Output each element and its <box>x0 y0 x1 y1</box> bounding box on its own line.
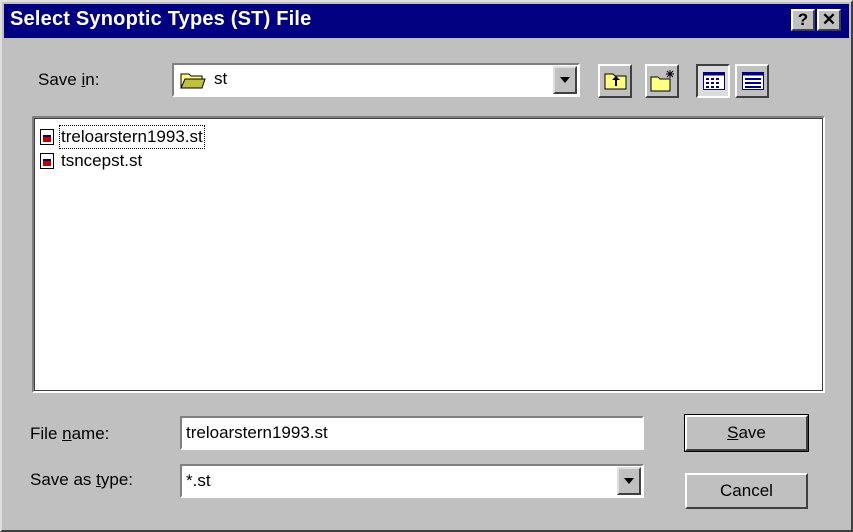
up-one-level-button[interactable] <box>598 64 632 98</box>
create-new-folder-button[interactable] <box>645 64 679 98</box>
chevron-down-icon <box>624 478 634 484</box>
folder-icon <box>180 73 206 89</box>
save-in-folder-name: st <box>214 69 228 88</box>
file-list[interactable]: treloarstern1993.st tsncepst.st <box>32 116 825 393</box>
file-name-label: treloarstern1993.st <box>59 125 205 149</box>
save-as-type-value: *.st <box>186 471 211 490</box>
title-bar[interactable]: Select Synoptic Types (ST) File ? ✕ <box>4 4 849 38</box>
details-view-icon <box>742 72 764 90</box>
window-title: Select Synoptic Types (ST) File <box>10 8 312 30</box>
new-folder-icon <box>650 70 674 92</box>
dialog-window: Select Synoptic Types (ST) File ? ✕ Save… <box>0 0 853 532</box>
file-name-label: tsncepst.st <box>61 151 143 170</box>
cancel-button[interactable]: Cancel <box>685 473 808 509</box>
list-view-button[interactable] <box>696 64 730 98</box>
save-in-dropdown-button[interactable] <box>553 66 577 94</box>
save-as-type-dropdown[interactable]: *.st <box>180 464 644 498</box>
help-button[interactable]: ? <box>791 9 815 31</box>
st-file-icon <box>40 129 54 145</box>
save-button[interactable]: Save <box>684 414 809 452</box>
save-as-type-dropdown-button[interactable] <box>617 467 641 495</box>
save-as-type-label: Save as type: <box>30 470 134 489</box>
save-in-label: Save in: <box>38 70 100 89</box>
file-name-input[interactable]: treloarstern1993.st <box>180 416 644 450</box>
file-name-label: File name: <box>30 424 110 443</box>
list-view-icon <box>703 72 725 90</box>
save-in-dropdown[interactable]: st <box>172 63 580 97</box>
details-view-button[interactable] <box>735 64 769 98</box>
close-button[interactable]: ✕ <box>817 9 841 31</box>
chevron-down-icon <box>560 77 570 83</box>
st-file-icon <box>40 153 54 169</box>
up-folder-icon <box>604 73 627 90</box>
